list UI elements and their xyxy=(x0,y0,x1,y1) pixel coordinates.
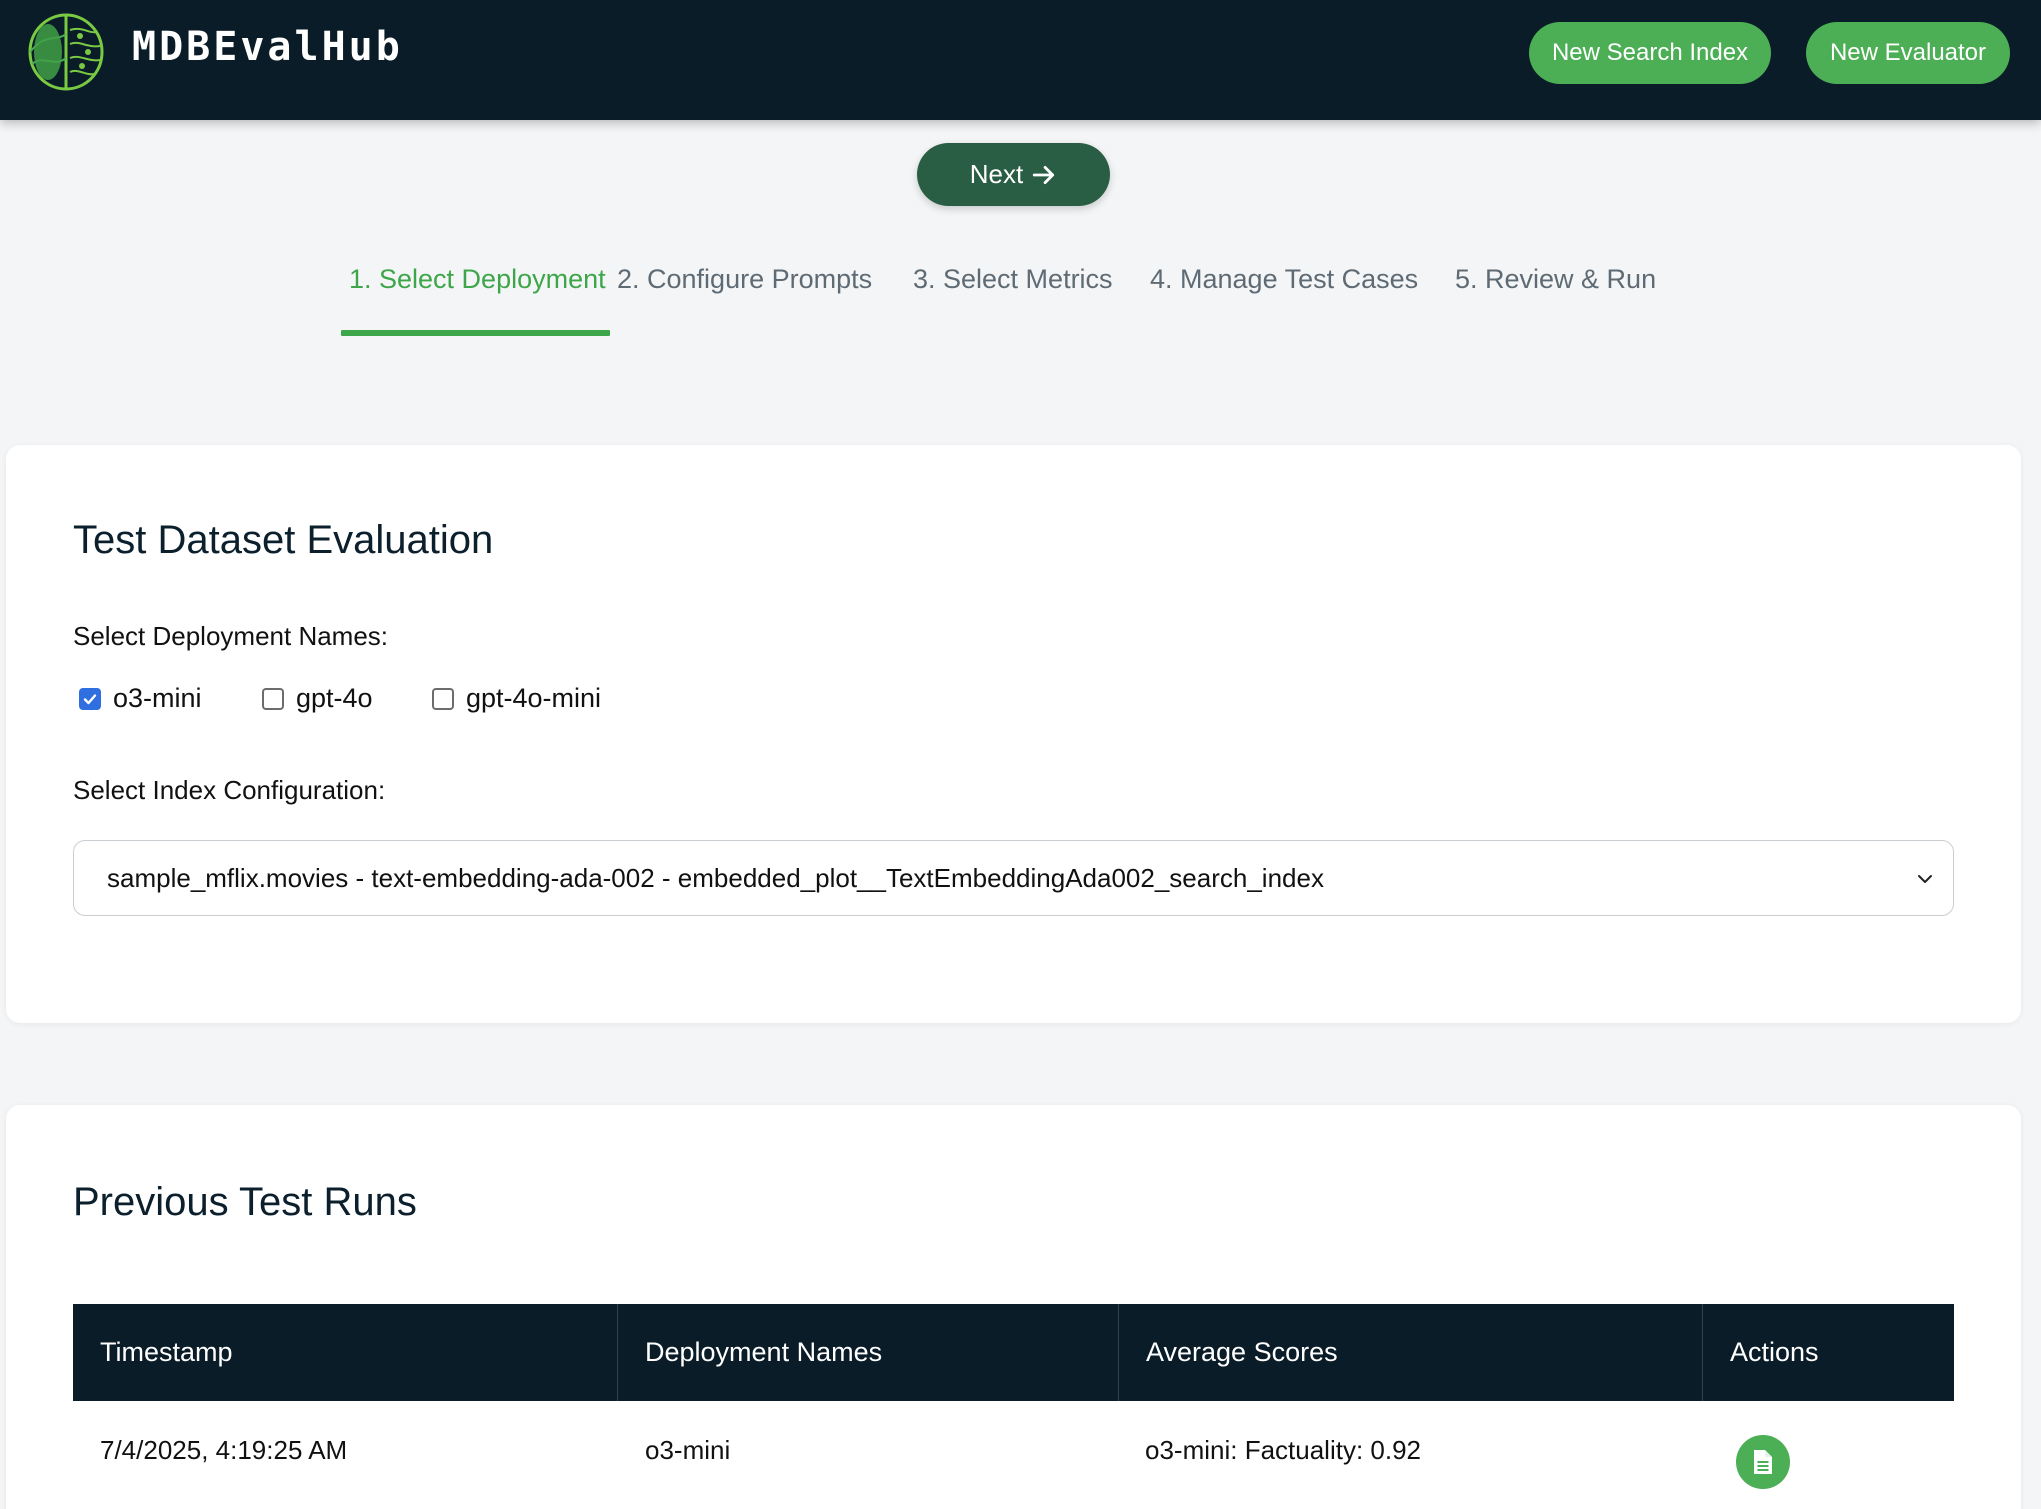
document-icon xyxy=(1754,1450,1772,1474)
cell-average-scores: o3-mini: Factuality: 0.92 xyxy=(1145,1435,1422,1465)
brain-icon xyxy=(28,13,104,91)
table-header: Timestamp Deployment Names Average Score… xyxy=(73,1304,1954,1401)
tab-select-deployment[interactable]: 1. Select Deployment xyxy=(349,264,606,295)
checkmark-icon xyxy=(83,693,97,704)
deployment-option-label: o3-mini xyxy=(113,683,202,713)
app-name: MDBEvalHub xyxy=(132,24,403,70)
new-search-index-button[interactable]: New Search Index xyxy=(1529,22,1771,84)
index-config-select[interactable]: sample_mflix.movies - text-embedding-ada… xyxy=(73,840,1954,916)
evaluation-card: Test Dataset Evaluation Select Deploymen… xyxy=(6,445,2021,1023)
tab-configure-prompts[interactable]: 2. Configure Prompts xyxy=(617,264,872,295)
deployments-label: Select Deployment Names: xyxy=(73,621,389,651)
checkbox-checked[interactable] xyxy=(79,687,101,710)
deployment-option-label: gpt-4o-mini xyxy=(466,683,602,713)
column-header-deployment-names: Deployment Names xyxy=(617,1304,1118,1401)
deployment-checkbox-o3-mini[interactable]: o3-mini xyxy=(79,683,202,714)
previous-runs-card: Previous Test Runs Timestamp Deployment … xyxy=(6,1105,2021,1509)
new-evaluator-button[interactable]: New Evaluator xyxy=(1806,22,2010,84)
deployment-option-label: gpt-4o xyxy=(296,683,373,713)
checkbox-unchecked[interactable] xyxy=(432,687,454,710)
deployment-checkbox-gpt-4o-mini[interactable]: gpt-4o-mini xyxy=(432,683,601,714)
evaluation-title: Test Dataset Evaluation xyxy=(73,518,494,562)
chevron-down-icon xyxy=(1918,875,1932,883)
previous-runs-title: Previous Test Runs xyxy=(73,1180,417,1224)
index-config-label: Select Index Configuration: xyxy=(73,775,386,805)
column-header-actions: Actions xyxy=(1702,1304,1954,1401)
cell-timestamp: 7/4/2025, 4:19:25 AM xyxy=(100,1435,348,1465)
column-header-timestamp: Timestamp xyxy=(100,1337,233,1367)
view-report-button[interactable] xyxy=(1736,1435,1790,1489)
arrow-right-icon xyxy=(1033,165,1055,184)
top-navigation-bar: MDBEvalHub New Search Index New Evaluato… xyxy=(0,0,2041,120)
cell-deployment-names: o3-mini xyxy=(645,1435,731,1465)
next-button-label: Next xyxy=(969,159,1024,189)
index-config-value: sample_mflix.movies - text-embedding-ada… xyxy=(107,862,1324,893)
deployment-checkbox-gpt-4o[interactable]: gpt-4o xyxy=(262,683,373,714)
tab-manage-test-cases[interactable]: 4. Manage Test Cases xyxy=(1150,264,1418,295)
tab-select-metrics[interactable]: 3. Select Metrics xyxy=(913,264,1113,295)
column-header-average-scores: Average Scores xyxy=(1118,1304,1702,1401)
tab-review-run[interactable]: 5. Review & Run xyxy=(1455,264,1656,295)
checkbox-unchecked[interactable] xyxy=(262,687,284,710)
active-tab-indicator xyxy=(341,330,610,336)
next-button[interactable]: Next xyxy=(917,143,1110,206)
